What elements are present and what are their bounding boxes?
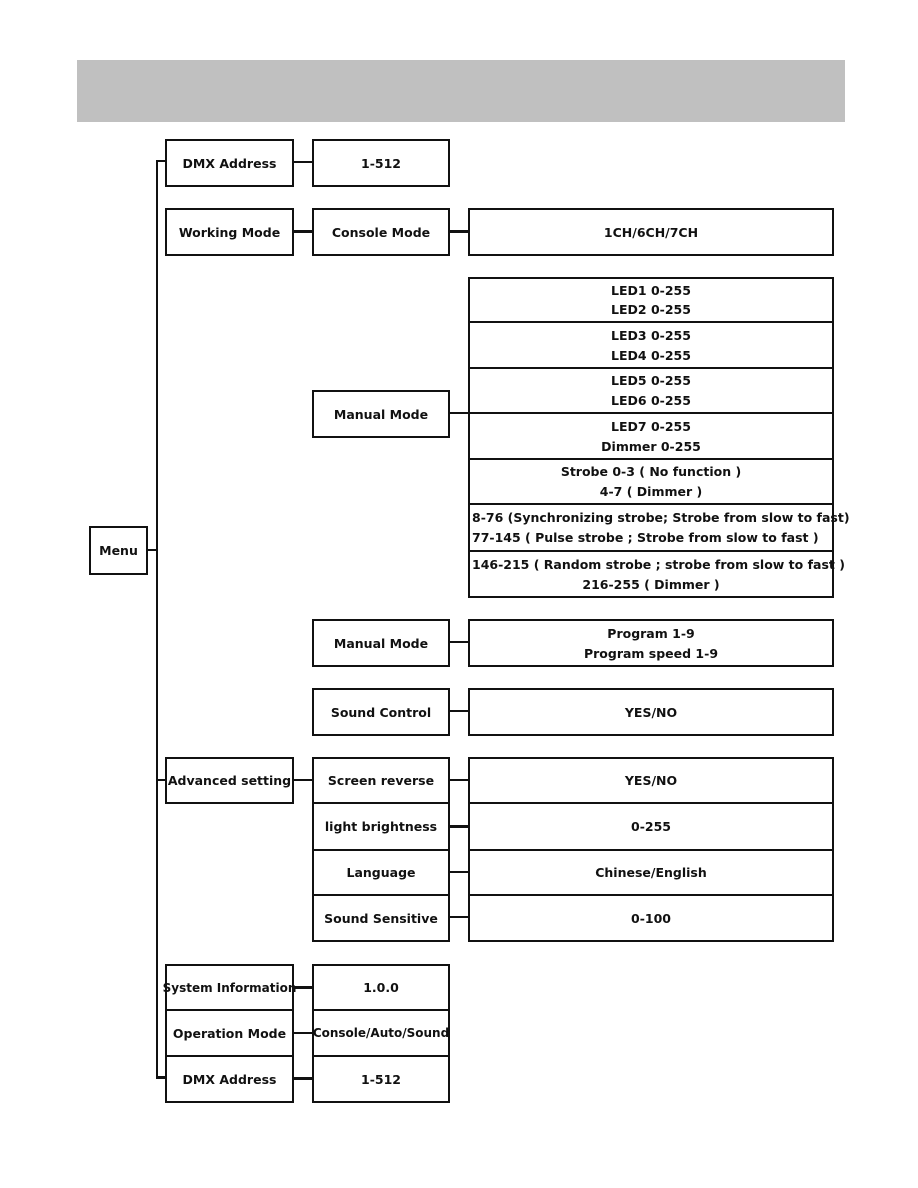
value: 1-512	[361, 155, 401, 171]
label: Advanced setting	[167, 773, 292, 788]
connector	[293, 779, 313, 781]
label: System Information	[162, 980, 297, 995]
menu-box: Menu	[89, 526, 148, 575]
label: Operation Mode	[172, 1025, 287, 1041]
program-box: Program 1-9 Program speed 1-9	[468, 619, 834, 667]
text: LED5 0-255	[611, 373, 691, 389]
manual-row: LED7 0-255 Dimmer 0-255	[468, 412, 834, 460]
dmx-address-bottom-box: DMX Address	[165, 1055, 294, 1103]
connector	[449, 230, 469, 233]
header-bar	[77, 60, 845, 122]
manual-row: LED5 0-255 LED6 0-255	[468, 367, 834, 414]
text: LED3 0-255	[611, 327, 691, 343]
text: LED2 0-255	[611, 302, 691, 317]
adv-item: Sound Sensitive	[312, 894, 450, 942]
manual-row: 8-76 (Synchronizing strobe; Strobe from …	[468, 503, 850, 552]
label: Screen reverse	[327, 773, 435, 788]
value: 1CH/6CH/7CH	[603, 224, 699, 240]
dmx-value-box: 1-512	[312, 139, 450, 187]
trunk-line	[156, 160, 158, 1078]
label: Sound Sensitive	[324, 910, 438, 926]
label: Manual Mode	[333, 406, 429, 422]
label: Working Mode	[178, 224, 281, 240]
text: 77-145 ( Pulse strobe ; Strobe from slow…	[472, 530, 819, 546]
value: 1-512	[361, 1071, 401, 1087]
manual-mode-2-box: Manual Mode	[312, 619, 450, 667]
value: Console/Auto/Sound	[312, 1026, 450, 1040]
connector	[449, 412, 469, 414]
connector	[293, 230, 313, 233]
adv-value: 0-255	[468, 802, 834, 851]
connector	[449, 779, 469, 781]
working-mode-box: Working Mode	[165, 208, 294, 256]
dmx-address-box: DMX Address	[165, 139, 294, 187]
label: light brightness	[324, 819, 438, 834]
text: LED4 0-255	[611, 347, 691, 363]
connector	[449, 916, 469, 918]
manual-row: 146-215 ( Random strobe ; strobe from sl…	[468, 550, 845, 598]
value: YES/NO	[624, 773, 678, 788]
text: LED6 0-255	[611, 392, 691, 408]
value: 0-255	[631, 819, 671, 834]
connector	[449, 710, 469, 712]
text: 216-255 ( Dimmer )	[582, 576, 720, 592]
label: Console Mode	[331, 224, 431, 240]
value: 1.0.0	[363, 980, 399, 995]
manual-row: Strobe 0-3 ( No function ) 4-7 ( Dimmer )	[468, 458, 834, 505]
label: Language	[346, 865, 416, 880]
connector	[449, 641, 469, 643]
connector	[449, 825, 469, 828]
connector	[293, 1077, 313, 1080]
text: Strobe 0-3 ( No function )	[560, 464, 742, 480]
sound-control-box: Sound Control	[312, 688, 450, 736]
connector	[293, 986, 313, 989]
adv-item: light brightness	[312, 802, 450, 851]
text: 4-7 ( Dimmer )	[599, 483, 703, 499]
label: Sound Control	[330, 704, 432, 720]
connector	[293, 1032, 313, 1034]
manual-mode-box: Manual Mode	[312, 390, 450, 438]
adv-value: Chinese/English	[468, 849, 834, 896]
menu-diagram: Menu DMX Address 1-512 Working Mode Cons…	[0, 0, 918, 1188]
console-mode-box: Console Mode	[312, 208, 450, 256]
manual-row: LED3 0-255 LED4 0-255	[468, 321, 834, 369]
adv-value: YES/NO	[468, 757, 834, 804]
value: 0-100	[631, 910, 671, 926]
dmx-bottom-value: 1-512	[312, 1055, 450, 1103]
operation-mode-box: Operation Mode	[165, 1009, 294, 1057]
text: LED1 0-255	[611, 283, 691, 298]
manual-row: LED1 0-255 LED2 0-255	[468, 277, 834, 323]
connector	[293, 161, 313, 163]
adv-item: Screen reverse	[312, 757, 450, 804]
text: 146-215 ( Random strobe ; strobe from sl…	[472, 556, 845, 572]
value: YES/NO	[624, 704, 678, 720]
text: LED7 0-255	[611, 418, 691, 434]
text: 8-76 (Synchronizing strobe; Strobe from …	[472, 509, 850, 525]
menu-label: Menu	[99, 543, 138, 558]
opmode-value: Console/Auto/Sound	[312, 1009, 450, 1057]
system-information-box: System Information	[162, 964, 297, 1011]
console-value-box: 1CH/6CH/7CH	[468, 208, 834, 256]
adv-value: 0-100	[468, 894, 834, 942]
text: Program 1-9	[607, 625, 695, 641]
advanced-setting-box: Advanced setting	[165, 757, 294, 804]
value: Chinese/English	[595, 865, 707, 880]
label: DMX Address	[182, 1071, 277, 1087]
text: Program speed 1-9	[583, 645, 719, 661]
sysinfo-value: 1.0.0	[312, 964, 450, 1011]
adv-item: Language	[312, 849, 450, 896]
text: Dimmer 0-255	[601, 438, 701, 454]
label: DMX Address	[182, 155, 277, 171]
connector	[449, 871, 469, 873]
sound-value-box: YES/NO	[468, 688, 834, 736]
label: Manual Mode	[333, 635, 429, 651]
